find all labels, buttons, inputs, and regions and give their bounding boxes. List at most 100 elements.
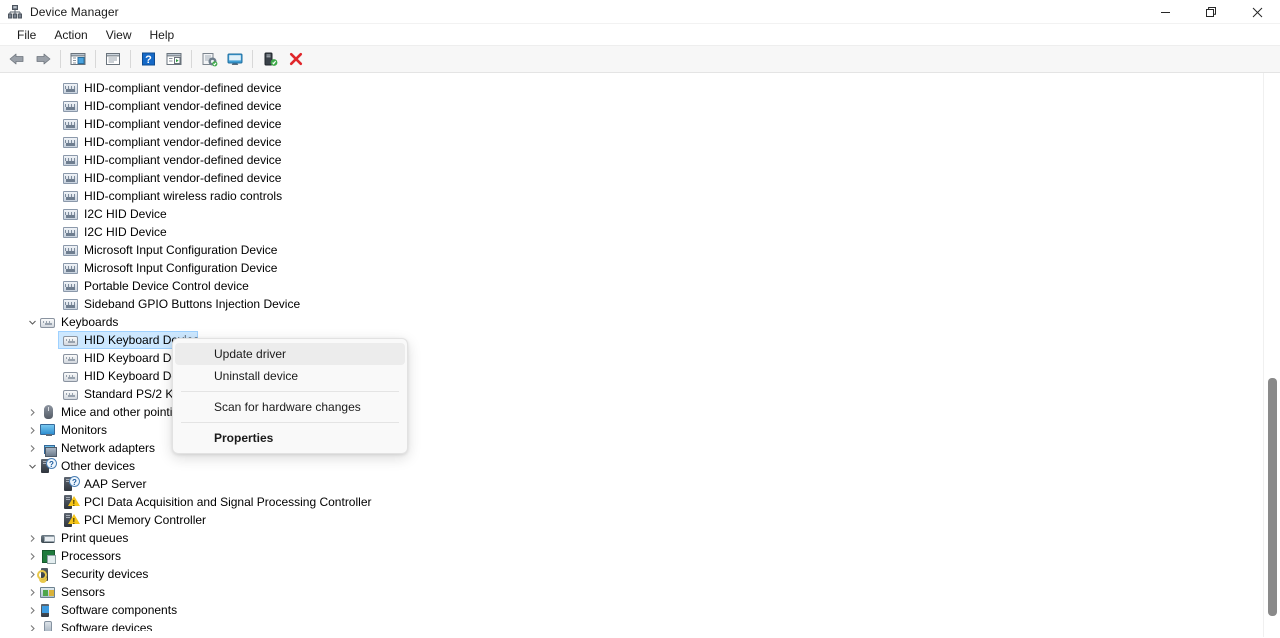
tree-category-row[interactable]: Print queues [0,529,1280,547]
security-device-icon [40,566,56,582]
hid-device-icon [63,116,79,132]
hid-device-icon [63,260,79,276]
chevron-right-icon[interactable] [24,530,40,546]
keyboard-icon [63,332,79,348]
keyboard-icon [63,350,79,366]
tree-category-row[interactable]: Security devices [0,565,1280,583]
sensor-icon [40,584,56,600]
tree-category-row[interactable]: Software components [0,601,1280,619]
network-adapter-icon [40,440,56,456]
enable-device-icon[interactable] [257,48,283,71]
warning-badge-icon [68,496,80,506]
chevron-right-icon[interactable] [24,404,40,420]
menu-action[interactable]: Action [45,25,96,45]
tree-row-label: Security devices [61,565,148,583]
hid-device-icon [63,206,79,222]
tree-row-label: HID-compliant wireless radio controls [84,187,282,205]
tree-device-row[interactable]: Portable Device Control device [0,277,1280,295]
update-driver-icon[interactable] [196,48,222,71]
tree-device-row[interactable]: HID-compliant vendor-defined device [0,97,1280,115]
red-x-icon[interactable] [283,48,309,71]
context-menu-item-update-driver[interactable]: Update driver [175,343,405,365]
minimize-button[interactable] [1142,0,1188,24]
hid-device-icon [63,224,79,240]
hid-device-icon [63,170,79,186]
help-question-icon[interactable]: ? [135,48,161,71]
tree-category-row[interactable]: Keyboards [0,313,1280,331]
tree-device-row[interactable]: HID-compliant vendor-defined device [0,115,1280,133]
context-menu-separator-1 [181,391,399,392]
chevron-right-icon[interactable] [24,422,40,438]
maximize-restore-button[interactable] [1188,0,1234,24]
tree-device-row[interactable]: I2C HID Device [0,223,1280,241]
tree-device-row[interactable]: Microsoft Input Configuration Device [0,259,1280,277]
hid-device-icon [63,296,79,312]
tree-category-row[interactable]: Processors [0,547,1280,565]
keyboard-icon [40,314,56,330]
tree-row-label: PCI Data Acquisition and Signal Processi… [84,493,371,511]
tree-row-label: Other devices [61,457,135,475]
window-title: Device Manager [30,5,119,19]
tree-category-row[interactable]: Sensors [0,583,1280,601]
console-tree-icon[interactable] [65,48,91,71]
tree-category-row[interactable]: ? Other devices [0,457,1280,475]
tree-row-label: HID-compliant vendor-defined device [84,151,281,169]
processor-icon [40,548,56,564]
tree-device-row[interactable]: HID-compliant wireless radio controls [0,187,1280,205]
hid-device-icon [63,278,79,294]
menu-file[interactable]: File [8,25,45,45]
vertical-scrollbar-thumb[interactable] [1268,378,1277,616]
toolbar: ? [0,46,1280,73]
context-menu-item-scan-for-hardware-changes[interactable]: Scan for hardware changes [175,396,405,418]
vertical-scrollbar[interactable] [1263,73,1280,637]
action-pane-icon[interactable] [161,48,187,71]
tree-row-label: HID-compliant vendor-defined device [84,169,281,187]
back-button[interactable] [4,48,30,71]
tree-device-row[interactable]: ? AAP Server [0,475,1280,493]
tree-row-label: Print queues [61,529,128,547]
tree-device-row[interactable]: HID-compliant vendor-defined device [0,133,1280,151]
chevron-right-icon[interactable] [24,440,40,456]
tree-device-row[interactable]: PCI Data Acquisition and Signal Processi… [0,493,1280,511]
context-menu-item-properties[interactable]: Properties [175,427,405,449]
tree-device-row[interactable]: PCI Memory Controller [0,511,1280,529]
menu-view[interactable]: View [97,25,141,45]
chevron-right-icon[interactable] [24,548,40,564]
hid-device-icon [63,98,79,114]
question-badge-icon: ? [46,458,57,469]
svg-text:?: ? [145,54,152,66]
tree-row-label: Processors [61,547,121,565]
tree-device-row[interactable]: HID-compliant vendor-defined device [0,169,1280,187]
chevron-right-icon[interactable] [24,584,40,600]
chevron-down-icon[interactable] [24,314,40,330]
tree-row-label: I2C HID Device [84,205,167,223]
tree-device-row[interactable]: Sideband GPIO Buttons Injection Device [0,295,1280,313]
tree-row-label: HID-compliant vendor-defined device [84,79,281,97]
hid-device-icon [63,80,79,96]
context-menu-item-uninstall-device[interactable]: Uninstall device [175,365,405,387]
properties-icon[interactable] [100,48,126,71]
device-tree-pane: HID-compliant vendor-defined deviceHID-c… [0,73,1280,637]
tree-device-row[interactable]: HID-compliant vendor-defined device [0,79,1280,97]
forward-button[interactable] [30,48,56,71]
toolbar-separator-5 [252,50,253,68]
tree-row-label: Network adapters [61,439,155,457]
device-manager-icon [7,4,23,20]
menu-help[interactable]: Help [141,25,184,45]
hid-device-icon [63,152,79,168]
tree-row-label: PCI Memory Controller [84,511,206,529]
warning-device-icon [63,494,79,510]
unknown-device-icon: ? [63,476,79,492]
tree-device-row[interactable]: Microsoft Input Configuration Device [0,241,1280,259]
mouse-icon [40,404,56,420]
tree-device-row[interactable]: HID-compliant vendor-defined device [0,151,1280,169]
chevron-right-icon[interactable] [24,602,40,618]
close-button[interactable] [1234,0,1280,24]
chevron-down-icon[interactable] [24,458,40,474]
horizontal-scrollbar[interactable] [0,631,1263,637]
tree-device-row[interactable]: I2C HID Device [0,205,1280,223]
tree-row-label: Microsoft Input Configuration Device [84,241,277,259]
tree-row-label: AAP Server [84,475,146,493]
scan-monitor-icon[interactable] [222,48,248,71]
tree-row-label: Portable Device Control device [84,277,249,295]
